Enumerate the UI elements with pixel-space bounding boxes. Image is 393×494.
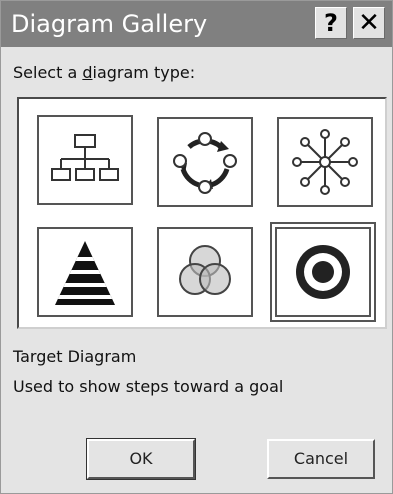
tile-organization-chart[interactable]: [37, 115, 133, 205]
tile-cycle-diagram[interactable]: [157, 117, 253, 207]
target-icon: [296, 245, 350, 299]
prompt-mnemonic: d: [82, 63, 93, 82]
diagram-gallery-dialog: Diagram Gallery ? ✕ Select a diagram typ…: [0, 0, 393, 494]
tile-pyramid-diagram[interactable]: [37, 227, 133, 317]
tile-venn-diagram[interactable]: [157, 227, 253, 317]
title-bar[interactable]: Diagram Gallery ? ✕: [1, 1, 392, 47]
radial-icon: [292, 129, 358, 195]
close-button[interactable]: ✕: [353, 7, 385, 39]
selected-diagram-name: Target Diagram: [13, 347, 137, 366]
diagram-gallery: [17, 97, 387, 329]
window-title: Diagram Gallery: [11, 10, 208, 38]
pyramid-icon: [55, 241, 115, 305]
tile-target-diagram[interactable]: [270, 222, 376, 322]
prompt-text-after: iagram type:: [92, 63, 196, 82]
org-chart-icon: [51, 134, 119, 181]
venn-icon: [179, 245, 231, 295]
tile-radial-diagram[interactable]: [277, 117, 373, 207]
selected-diagram-description: Used to show steps toward a goal: [13, 377, 284, 396]
cycle-icon: [173, 132, 237, 194]
prompt-text-before: Select a: [13, 63, 83, 82]
ok-button[interactable]: OK: [86, 438, 196, 480]
cancel-button[interactable]: Cancel: [267, 439, 375, 479]
diagram-type-prompt: Select a diagram type:: [13, 63, 195, 82]
help-button[interactable]: ?: [315, 7, 347, 39]
